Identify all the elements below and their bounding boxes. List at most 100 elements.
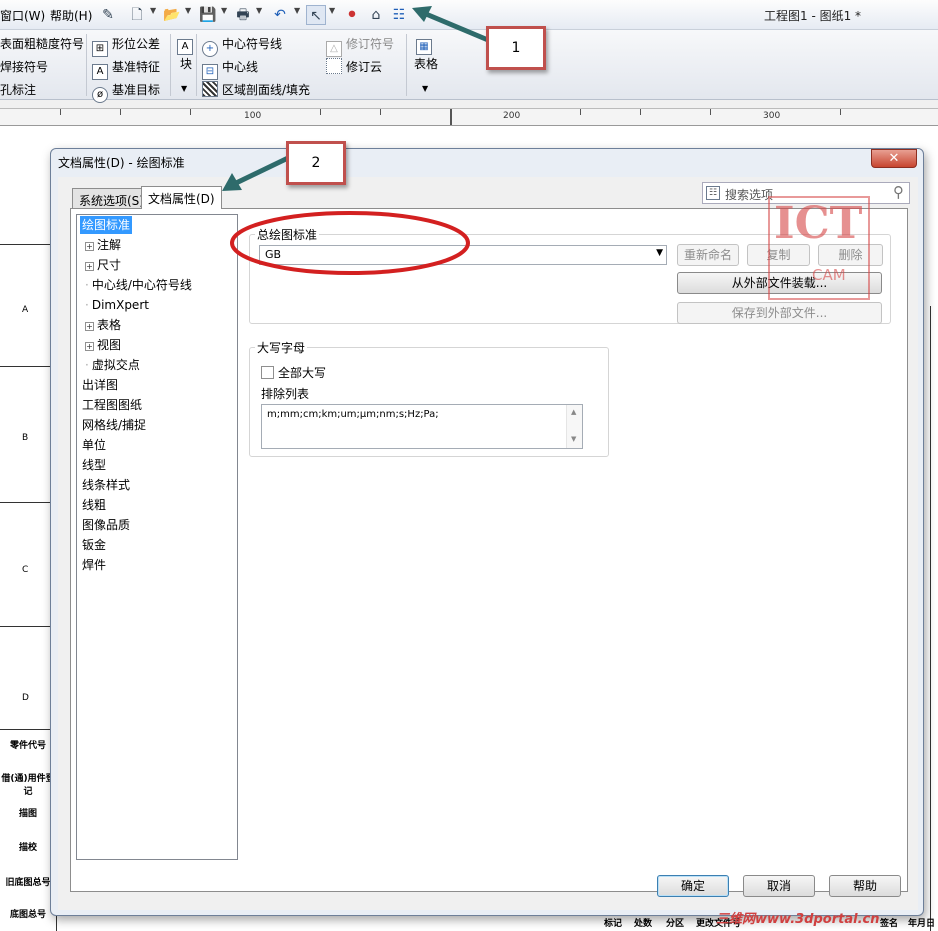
menu-help[interactable]: 帮助(H) — [50, 7, 92, 24]
open-folder-icon[interactable]: 📂 — [162, 5, 182, 25]
ribbon-separator — [170, 34, 171, 96]
expand-icon[interactable]: + — [85, 322, 94, 331]
select-pointer-icon[interactable]: ↖ — [306, 5, 326, 25]
tree-item-label: 表格 — [97, 318, 122, 332]
tree-item-views[interactable]: + 视图 — [85, 336, 121, 354]
window-title: 工程图1 - 图纸1 * — [764, 9, 862, 23]
datum-target-button[interactable]: ø 基准目标 — [92, 81, 160, 103]
tree-item-sheet-metal[interactable]: 钣金 — [82, 536, 106, 554]
tree-item-label: DimXpert — [91, 298, 149, 312]
drafting-standard-select[interactable]: GB ▼ — [259, 245, 667, 265]
print-icon[interactable]: 🖶 — [233, 5, 253, 25]
ribbon-separator — [406, 34, 407, 96]
datum-feature-label: 基准特征 — [112, 60, 161, 74]
revision-cloud-button[interactable]: 修订云 — [326, 58, 382, 75]
ruler-label: 200 — [503, 111, 521, 121]
title-block-label: 旧底图总号 — [5, 878, 51, 888]
ruler-label: 300 — [763, 111, 781, 121]
tree-item-drawing-sheets[interactable]: 工程图图纸 — [82, 396, 142, 414]
tab-document-properties[interactable]: 文档属性(D) — [141, 186, 222, 209]
tree-item-line-font[interactable]: 线型 — [82, 456, 106, 474]
tree-item-line-thickness[interactable]: 线粗 — [82, 496, 106, 514]
search-icon[interactable]: ⚲ — [893, 183, 904, 201]
tab-system-options[interactable]: 系统选项(S) — [72, 188, 151, 208]
rebuild-traffic-light-icon[interactable]: ⚫ — [342, 5, 362, 25]
chevron-down-icon[interactable]: ▼ — [329, 6, 335, 15]
close-button[interactable]: ✕ — [871, 149, 917, 168]
tree-item-virtual-sharps[interactable]: · 虚拟交点 — [85, 356, 140, 374]
datum-target-label: 基准目标 — [112, 83, 161, 97]
pin-icon[interactable]: ✎ — [98, 5, 118, 25]
zone-letter: D — [22, 693, 29, 703]
ok-button[interactable]: 确定 — [657, 875, 729, 897]
scroll-up-icon[interactable]: ▲ — [571, 408, 576, 416]
area-hatch-button[interactable]: 区域剖面线/填充 — [202, 81, 310, 98]
expand-icon[interactable]: + — [85, 242, 94, 251]
title-block-label: 零件代号 — [9, 741, 46, 751]
expand-icon[interactable]: + — [85, 342, 94, 351]
ribbon-separator — [86, 34, 87, 96]
tree-item-dimensions[interactable]: + 尺寸 — [85, 256, 121, 274]
tree-item-label: 视图 — [97, 338, 122, 352]
help-button[interactable]: 帮助 — [829, 875, 901, 897]
save-icon[interactable]: 💾 — [198, 5, 218, 25]
tree-item-line-style[interactable]: 线条样式 — [82, 476, 130, 494]
geometric-tolerance-label: 形位公差 — [112, 37, 161, 51]
chevron-down-icon[interactable]: ▼ — [422, 84, 428, 93]
revision-table-label: 处数 — [634, 919, 653, 929]
chevron-down-icon[interactable]: ▼ — [294, 6, 300, 15]
callout-badge: 2 — [286, 141, 346, 185]
title-block-label: 底图总号 — [9, 910, 46, 920]
chevron-down-icon[interactable]: ▼ — [656, 248, 663, 258]
tree-item-image-quality[interactable]: 图像品质 — [82, 516, 130, 534]
tree-item-tables[interactable]: + 表格 — [85, 316, 121, 334]
callout-badge: 1 — [486, 26, 546, 70]
tree-item-label: 注解 — [97, 238, 122, 252]
center-mark-button[interactable]: + 中心符号线 — [202, 35, 282, 57]
tree-item-units[interactable]: 单位 — [82, 436, 106, 454]
cancel-button[interactable]: 取消 — [743, 875, 815, 897]
datum-feature-button[interactable]: A 基准特征 — [92, 58, 160, 80]
table-label: 表格 — [414, 57, 439, 71]
chevron-down-icon[interactable]: ▼ — [221, 6, 227, 15]
exclusion-list-value: m;mm;cm;km;um;µm;nm;s;Hz;Pa; — [267, 409, 439, 420]
exclusion-list-textarea[interactable]: m;mm;cm;km;um;µm;nm;s;Hz;Pa; ▲ ▼ — [261, 404, 583, 449]
chevron-down-icon[interactable]: ▼ — [256, 6, 262, 15]
block-label: 块 — [179, 57, 192, 71]
tree-item-annotations[interactable]: + 注解 — [85, 236, 121, 254]
centerline-button[interactable]: ⊟ 中心线 — [202, 58, 258, 80]
menu-window[interactable]: 窗口(W) — [0, 7, 45, 24]
revision-cloud-label: 修订云 — [346, 60, 383, 74]
tree-item-weldments[interactable]: 焊件 — [82, 556, 106, 574]
tree-connector: · — [85, 358, 89, 372]
datum-target-icon: ø — [92, 87, 108, 103]
table-button[interactable]: ▦ 表格 — [414, 35, 438, 72]
hole-callout-button[interactable]: 孔标注 — [0, 81, 36, 98]
chevron-down-icon[interactable]: ▼ — [185, 6, 191, 15]
weld-symbol-button[interactable]: 焊接符号 — [0, 58, 48, 75]
expand-icon[interactable]: + — [85, 262, 94, 271]
scroll-down-icon[interactable]: ▼ — [571, 435, 576, 443]
tree-item-dimxpert[interactable]: · DimXpert — [85, 296, 149, 314]
search-options-placeholder: 搜索选项 — [725, 188, 774, 202]
all-uppercase-checkbox[interactable] — [261, 366, 274, 379]
undo-icon[interactable]: ↶ — [270, 5, 290, 25]
chevron-down-icon[interactable]: ▼ — [181, 84, 187, 93]
tree-item-grid-snap[interactable]: 网格线/捕捉 — [82, 416, 146, 434]
save-to-external-file-button[interactable]: 保存到外部文件... — [677, 302, 882, 324]
tree-item-centerlines[interactable]: · 中心线/中心符号线 — [85, 276, 192, 294]
geometric-tolerance-button[interactable]: ⊞ 形位公差 — [92, 35, 160, 57]
tree-item-detailing[interactable]: 出详图 — [82, 376, 118, 394]
new-document-icon[interactable]: 🗋 — [127, 5, 147, 25]
rename-button[interactable]: 重新命名 — [677, 244, 739, 266]
center-mark-label: 中心符号线 — [222, 37, 283, 51]
chevron-down-icon[interactable]: ▼ — [150, 6, 156, 15]
surface-finish-button[interactable]: 表面粗糙度符号 — [0, 35, 84, 52]
tree-item-drafting-standard[interactable]: 绘图标准 — [80, 216, 133, 234]
file-properties-icon[interactable]: ⌂ — [366, 5, 386, 25]
vertical-scrollbar[interactable]: ▲ ▼ — [566, 405, 582, 448]
options-icon[interactable]: ☷ — [389, 5, 409, 25]
block-button[interactable]: A块 — [177, 35, 195, 72]
options-list-icon: ☷ — [706, 186, 720, 200]
revision-symbol-button[interactable]: △ 修订符号 — [326, 35, 394, 57]
